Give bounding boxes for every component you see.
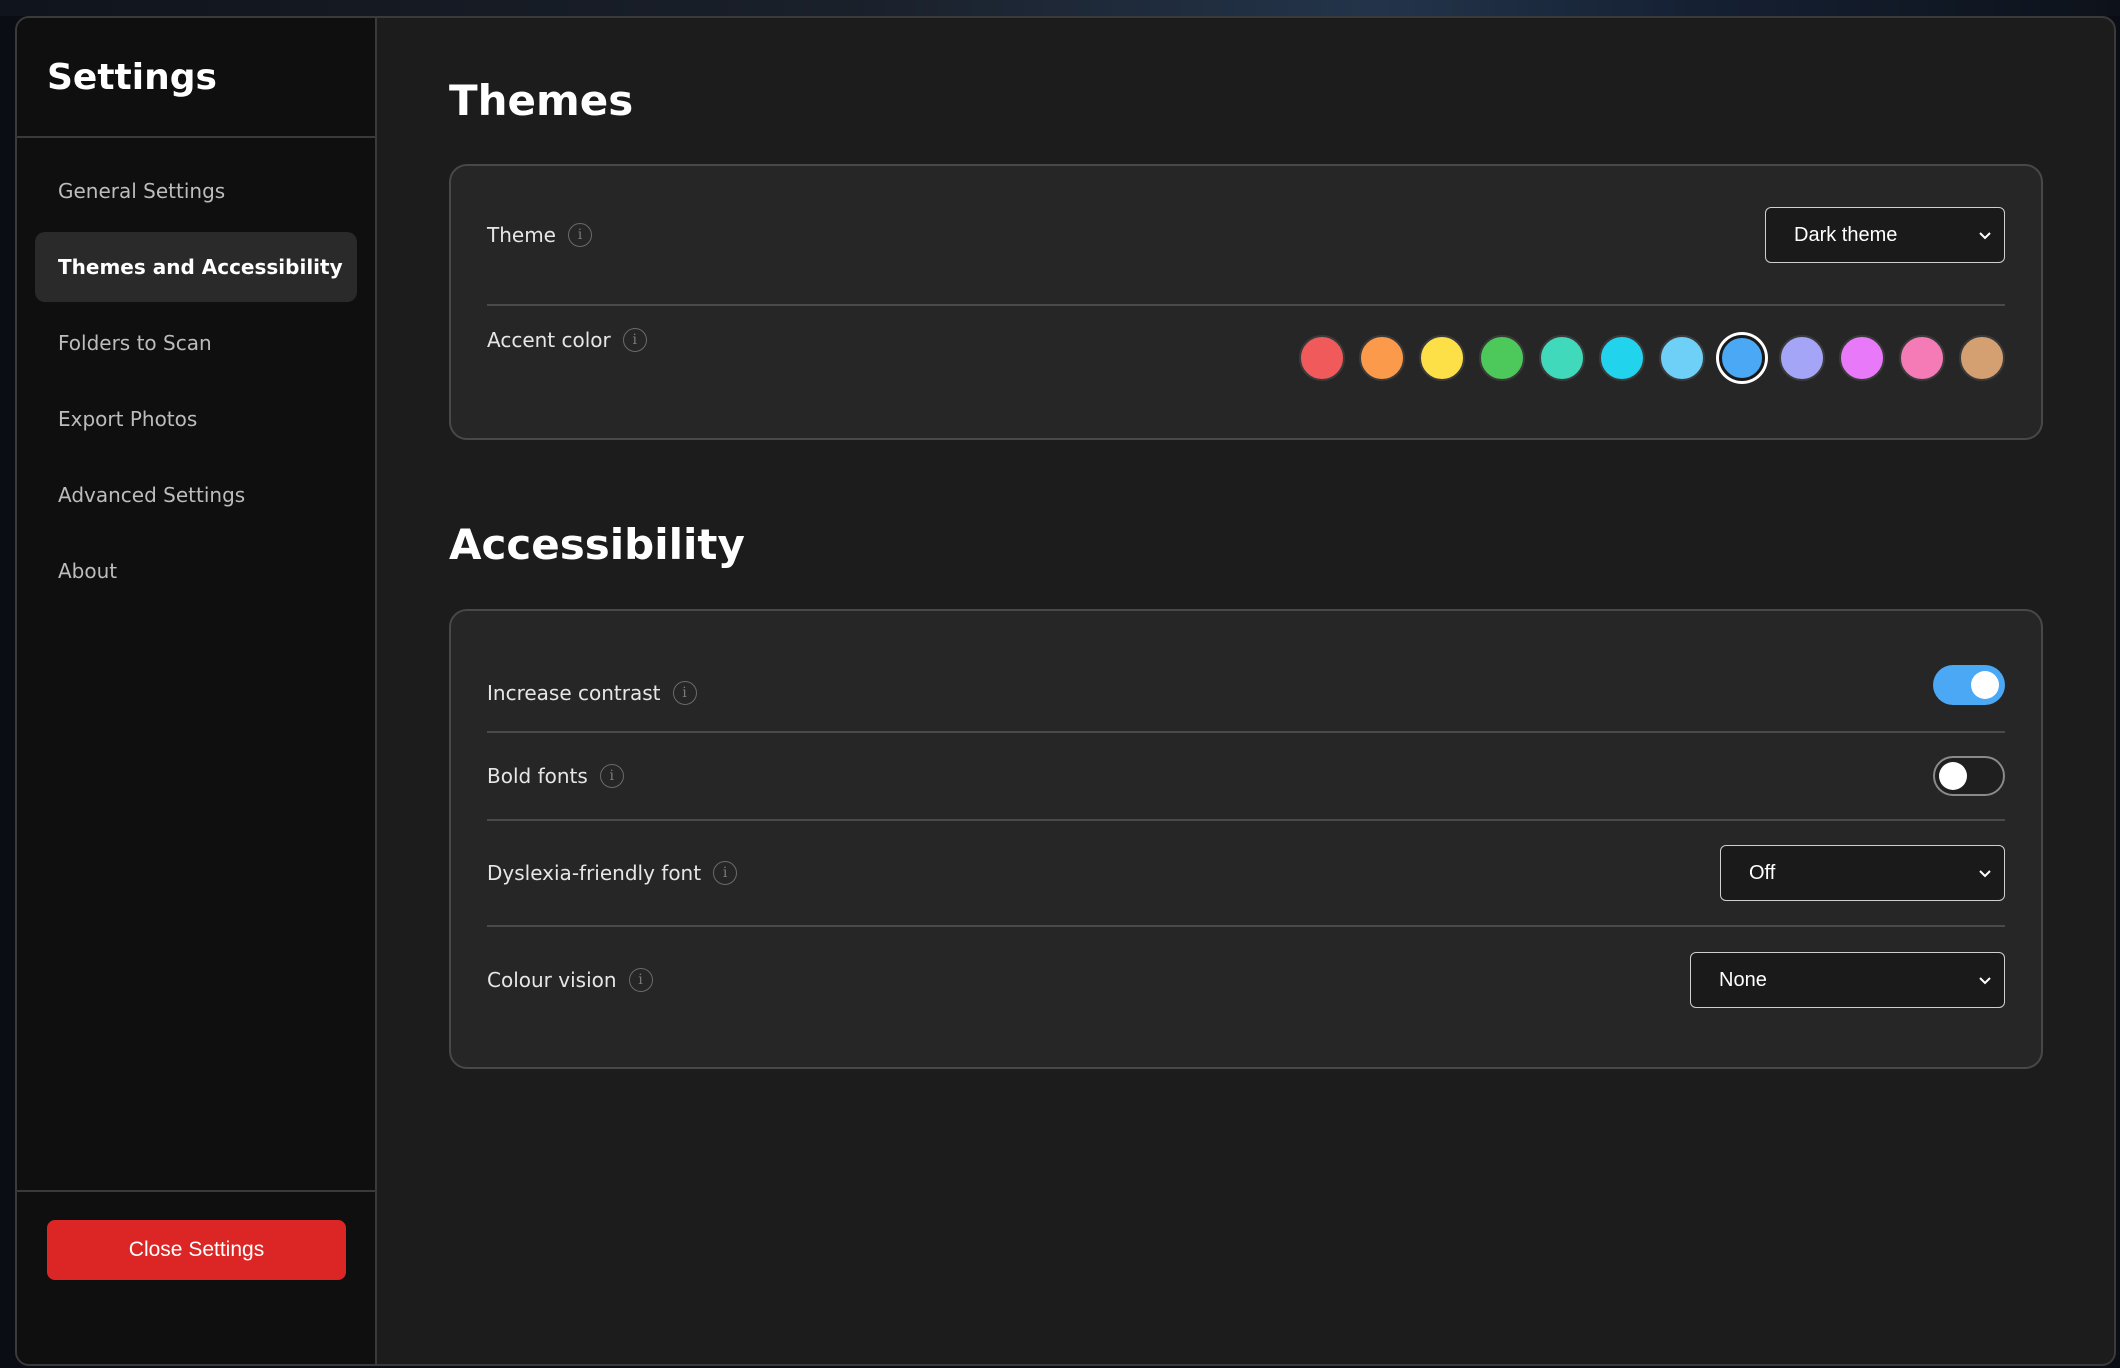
sidebar-item-about[interactable]: About [35, 536, 357, 606]
accent-color-swatch[interactable] [1659, 335, 1705, 381]
sidebar-item-folders-to-scan[interactable]: Folders to Scan [35, 308, 357, 378]
themes-heading: Themes [449, 76, 634, 125]
dyslexia-font-select[interactable]: Off [1720, 845, 2005, 901]
increase-contrast-toggle[interactable] [1933, 665, 2005, 705]
toggle-knob [1939, 762, 1967, 790]
settings-window: Settings General Settings Themes and Acc… [15, 16, 2116, 1366]
increase-contrast-label: Increase contrast [487, 681, 661, 705]
accent-color-swatch[interactable] [1599, 335, 1645, 381]
accent-color-row: Accent color i [487, 306, 2005, 410]
accent-color-swatch[interactable] [1299, 335, 1345, 381]
theme-label: Theme [487, 223, 556, 247]
colour-vision-select[interactable]: None [1690, 952, 2005, 1008]
dyslexia-font-label: Dyslexia-friendly font [487, 861, 702, 885]
info-icon[interactable]: i [567, 223, 592, 247]
bold-fonts-toggle[interactable] [1933, 756, 2005, 796]
colour-vision-row: Colour vision i None [487, 927, 2005, 1033]
colour-vision-label: Colour vision [487, 968, 617, 992]
theme-select[interactable]: Dark theme [1765, 207, 2005, 263]
themes-card: Theme i Dark theme Accent color i [449, 164, 2043, 440]
sidebar-item-export-photos[interactable]: Export Photos [35, 384, 357, 454]
colour-vision-select-value: None [1719, 968, 1767, 991]
accent-color-swatch[interactable] [1839, 335, 1885, 381]
accent-color-swatch[interactable] [1959, 335, 2005, 381]
theme-select-value: Dark theme [1794, 223, 1898, 246]
sidebar-footer: Close Settings [17, 1190, 375, 1364]
accent-color-swatches [1299, 335, 2005, 381]
accent-color-swatch[interactable] [1719, 335, 1765, 381]
bold-fonts-row: Bold fonts i [487, 733, 2005, 821]
accessibility-card: Increase contrast i Bold fonts i Dyslexi… [449, 609, 2043, 1069]
accessibility-heading: Accessibility [449, 520, 745, 569]
accent-color-swatch[interactable] [1779, 335, 1825, 381]
info-icon[interactable]: i [622, 328, 647, 352]
bold-fonts-label: Bold fonts [487, 764, 588, 788]
toggle-knob [1971, 671, 1999, 699]
sidebar-title: Settings [17, 18, 375, 138]
chevron-down-icon [1979, 232, 1991, 240]
info-icon[interactable]: i [672, 681, 697, 705]
info-icon[interactable]: i [599, 764, 624, 788]
sidebar-item-themes-and-accessibility[interactable]: Themes and Accessibility [35, 232, 357, 302]
chevron-down-icon [1979, 977, 1991, 985]
chevron-down-icon [1979, 870, 1991, 878]
dyslexia-font-row: Dyslexia-friendly font i Off [487, 821, 2005, 927]
sidebar: Settings General Settings Themes and Acc… [17, 18, 377, 1364]
accent-color-swatch[interactable] [1899, 335, 1945, 381]
accent-color-swatch[interactable] [1359, 335, 1405, 381]
accent-color-swatch[interactable] [1479, 335, 1525, 381]
increase-contrast-row: Increase contrast i [487, 611, 2005, 733]
sidebar-item-advanced-settings[interactable]: Advanced Settings [35, 460, 357, 530]
accent-color-label: Accent color [487, 328, 611, 352]
desktop-background [0, 0, 2120, 16]
main-content: Themes Theme i Dark theme Accent color i [377, 18, 2114, 1364]
info-icon[interactable]: i [628, 968, 653, 992]
accent-color-swatch[interactable] [1539, 335, 1585, 381]
theme-row: Theme i Dark theme [487, 166, 2005, 306]
sidebar-item-general-settings[interactable]: General Settings [35, 156, 357, 226]
close-settings-button[interactable]: Close Settings [47, 1220, 346, 1280]
accent-color-swatch[interactable] [1419, 335, 1465, 381]
info-icon[interactable]: i [713, 861, 738, 885]
dyslexia-font-select-value: Off [1749, 861, 1776, 884]
sidebar-nav: General Settings Themes and Accessibilit… [17, 138, 375, 606]
